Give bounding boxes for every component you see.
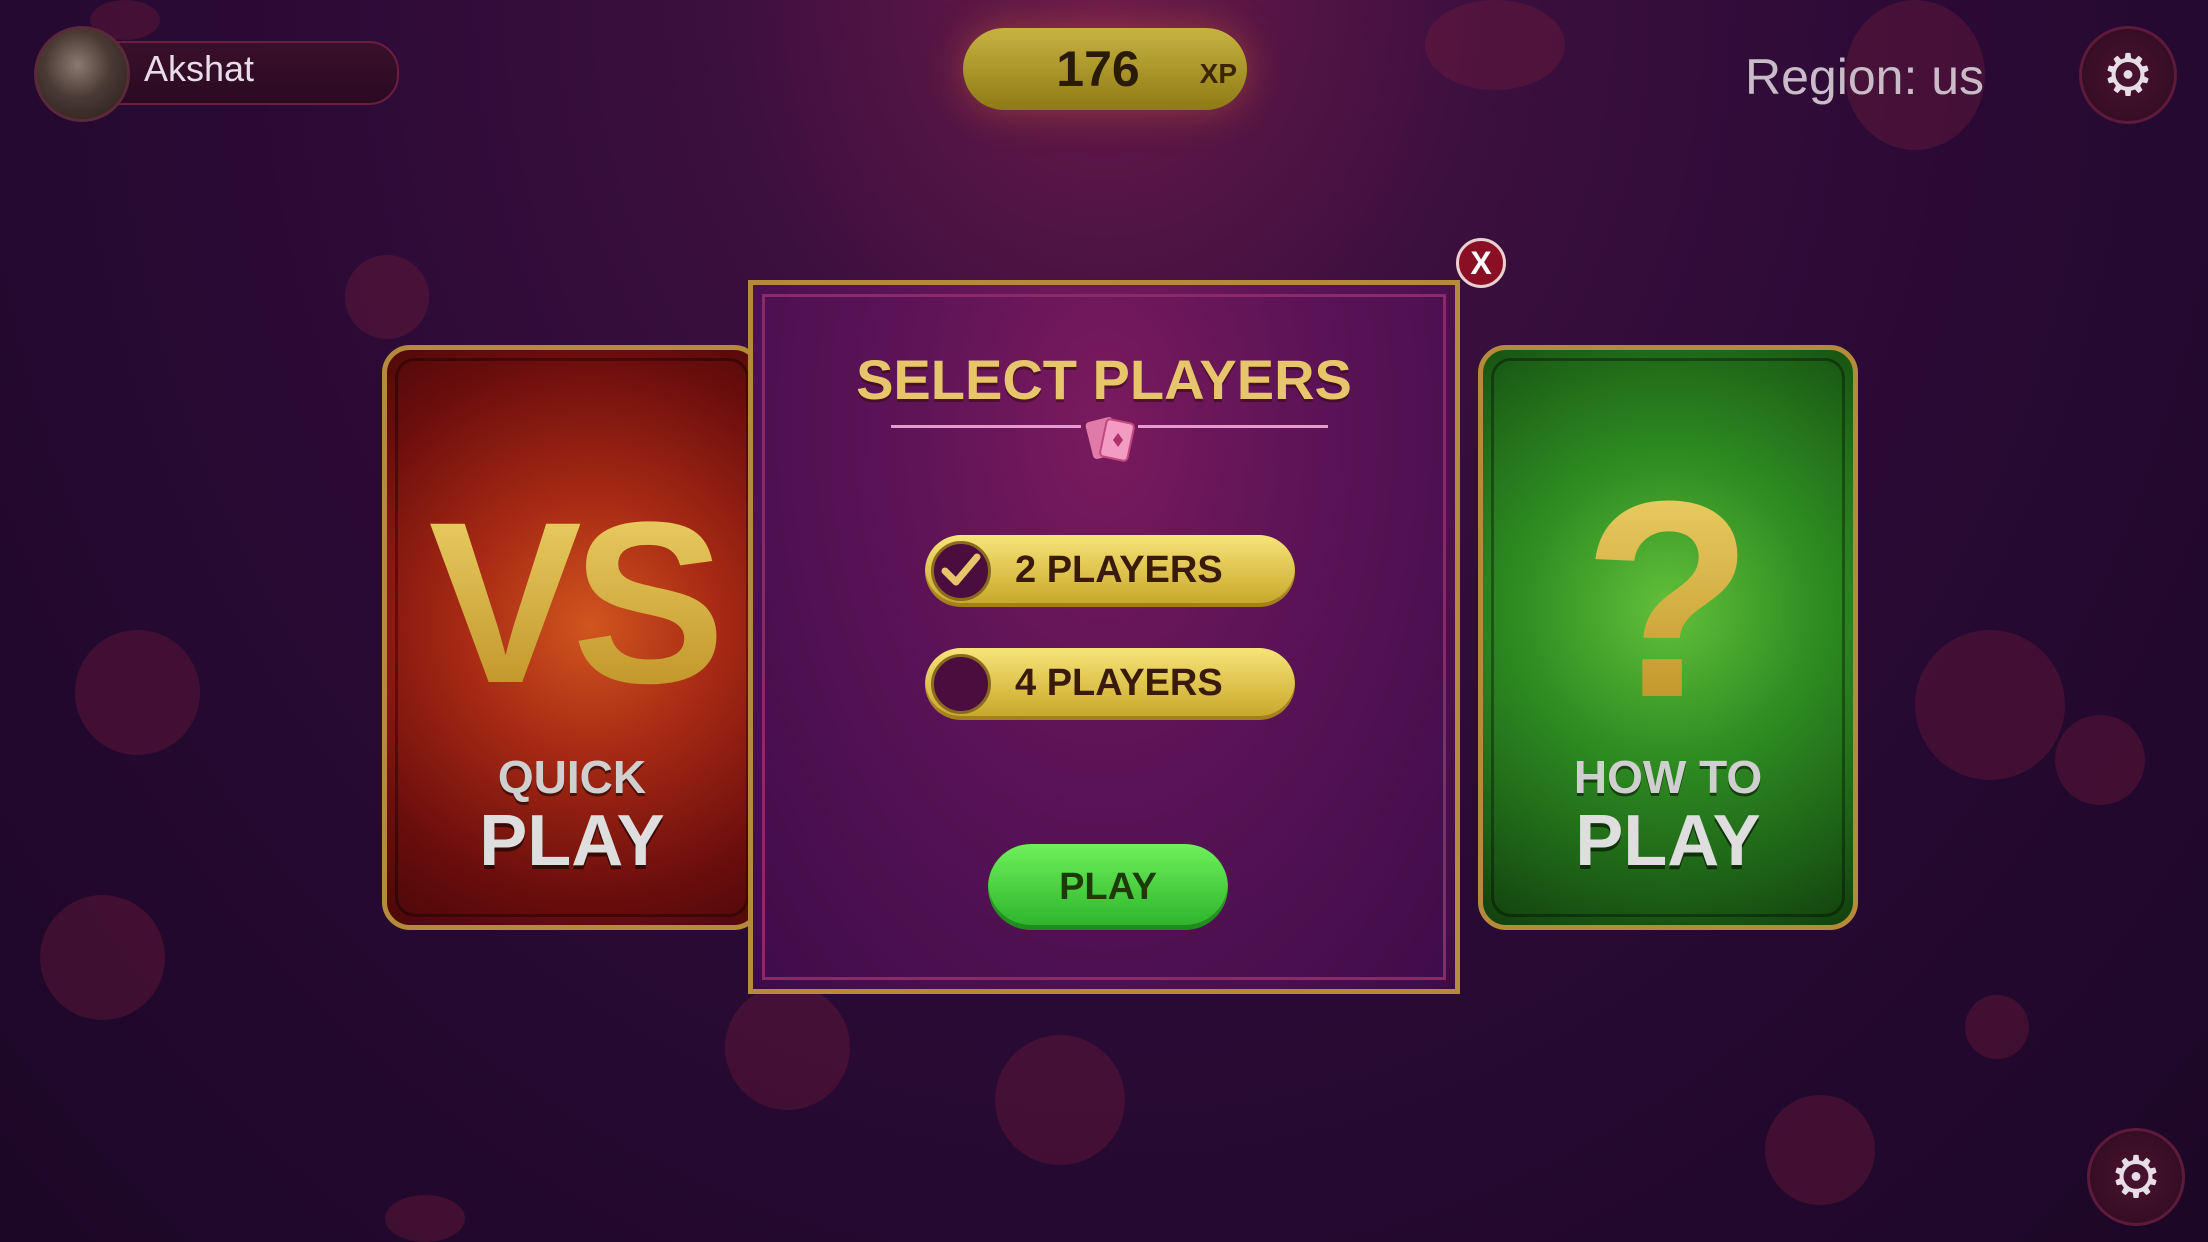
- vs-symbol: VS: [387, 470, 757, 735]
- question-mark-symbol: ?: [1483, 440, 1853, 761]
- quick-play-line2: PLAY: [479, 801, 665, 881]
- bokeh: [75, 630, 200, 755]
- title-divider-right: [1138, 425, 1328, 428]
- bokeh: [1965, 995, 2029, 1059]
- play-button[interactable]: PLAY: [988, 844, 1228, 930]
- bokeh: [2055, 715, 2145, 805]
- how-to-play-line2: PLAY: [1575, 801, 1761, 881]
- bokeh: [725, 985, 850, 1110]
- option-label: 2 PLAYERS: [1015, 549, 1223, 591]
- close-icon[interactable]: X: [1456, 238, 1506, 288]
- gear-icon: ⚙: [2102, 41, 2154, 109]
- settings-button-secondary[interactable]: ⚙: [2087, 1128, 2185, 1226]
- avatar[interactable]: [34, 26, 130, 122]
- bokeh: [1425, 0, 1565, 90]
- select-players-dialog: SELECT PLAYERS 2 PLAYERS 4 PLAYERS PLAY: [748, 280, 1460, 994]
- title-divider-left: [891, 425, 1081, 428]
- quick-play-card[interactable]: VS QUICK PLAY: [382, 345, 762, 930]
- bokeh: [385, 1195, 465, 1242]
- bokeh: [995, 1035, 1125, 1165]
- option-4-players[interactable]: 4 PLAYERS: [925, 648, 1295, 720]
- bokeh: [1765, 1095, 1875, 1205]
- bokeh: [1915, 630, 2065, 780]
- quick-play-line1: QUICK: [497, 751, 647, 803]
- radio-unselected[interactable]: [931, 654, 991, 714]
- how-to-play-line1: HOW TO: [1573, 751, 1763, 803]
- playing-cards-icon: [1085, 417, 1135, 462]
- radio-selected[interactable]: [931, 541, 991, 601]
- xp-counter: 176 XP: [963, 28, 1247, 110]
- checkmark-icon: [941, 553, 981, 586]
- how-to-play-card[interactable]: ? HOW TO PLAY: [1478, 345, 1858, 930]
- option-label: 4 PLAYERS: [1015, 662, 1223, 704]
- xp-label: XP: [1199, 58, 1237, 89]
- user-profile[interactable]: Akshat: [34, 26, 399, 122]
- bokeh: [345, 255, 429, 339]
- gear-icon: ⚙: [2110, 1143, 2162, 1211]
- username: Akshat: [144, 48, 255, 89]
- settings-button[interactable]: ⚙: [2079, 26, 2177, 124]
- dialog-title: SELECT PLAYERS: [856, 348, 1352, 411]
- xp-value: 176: [1056, 41, 1140, 97]
- region-label: Region: us: [1745, 49, 1985, 105]
- option-2-players[interactable]: 2 PLAYERS: [925, 535, 1295, 607]
- bokeh: [40, 895, 165, 1020]
